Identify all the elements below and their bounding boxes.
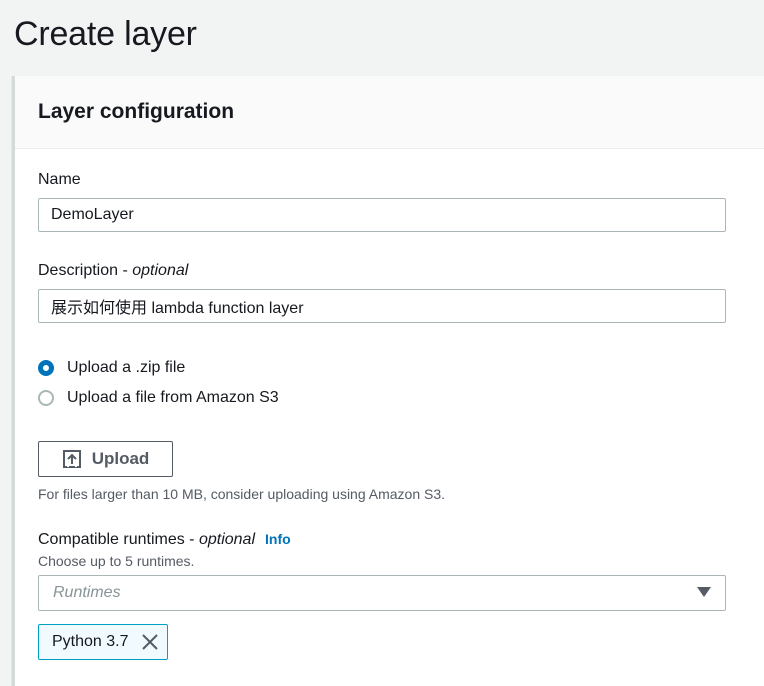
upload-hint: For files larger than 10 MB, consider up…	[38, 486, 446, 502]
runtime-token-label: Python 3.7	[52, 633, 129, 650]
close-icon[interactable]	[141, 633, 159, 651]
description-label: Description - optional	[38, 260, 188, 282]
caret-down-icon	[697, 584, 711, 602]
upload-button-label: Upload	[91, 449, 150, 468]
description-input[interactable]	[38, 289, 726, 323]
upload-icon	[62, 449, 82, 469]
runtimes-hint: Choose up to 5 runtimes.	[38, 553, 195, 569]
upload-button[interactable]: Upload	[38, 441, 173, 477]
runtimes-select[interactable]: Runtimes	[38, 575, 726, 611]
layer-configuration-panel: Layer configuration Name Description - o…	[12, 76, 764, 686]
radio-upload-zip[interactable]: Upload a .zip file	[38, 356, 185, 380]
page-title: Create layer	[14, 15, 197, 53]
panel-title: Layer configuration	[38, 100, 235, 123]
panel-header: Layer configuration	[15, 76, 764, 149]
runtimes-placeholder: Runtimes	[53, 584, 121, 601]
description-label-text: Description -	[38, 262, 133, 279]
name-label: Name	[38, 171, 81, 188]
description-optional-text: optional	[132, 262, 189, 279]
radio-button-unchecked[interactable]	[38, 390, 54, 406]
radio-upload-s3[interactable]: Upload a file from Amazon S3	[38, 386, 279, 410]
radio-button-checked[interactable]	[38, 360, 54, 376]
radio-label-upload-zip: Upload a .zip file	[67, 359, 186, 376]
name-input[interactable]	[38, 198, 726, 232]
runtime-token: Python 3.7	[38, 624, 168, 660]
runtimes-label: Compatible runtimes - optional Info	[38, 528, 291, 551]
runtimes-label-text: Compatible runtimes -	[38, 531, 199, 548]
runtimes-optional-text: optional	[198, 531, 255, 548]
radio-label-upload-s3: Upload a file from Amazon S3	[67, 389, 279, 406]
info-link[interactable]: Info	[265, 531, 291, 547]
